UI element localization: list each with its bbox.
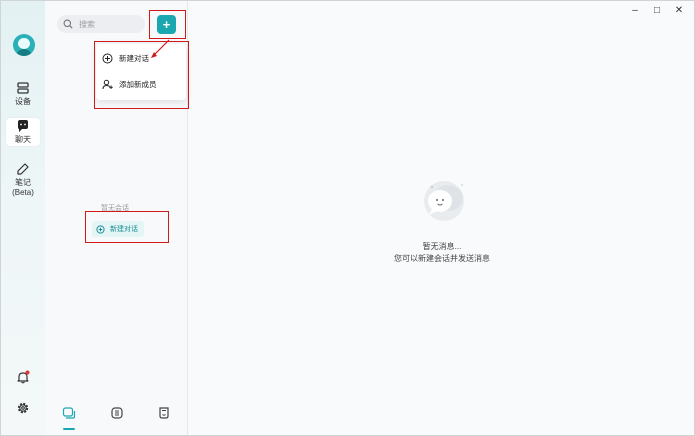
annotation-box-new-conversation xyxy=(85,211,169,243)
list-tab-icon[interactable] xyxy=(110,406,124,420)
nav-item-chat[interactable]: 聊天 xyxy=(6,118,40,146)
nav-label-devices: 设备 xyxy=(15,97,31,106)
empty-chat-illustration xyxy=(424,181,464,221)
avatar[interactable] xyxy=(13,34,35,56)
nav-label-notes: 笔记 (Beta) xyxy=(12,178,34,197)
nav-label-chat: 聊天 xyxy=(15,135,31,144)
nav-item-notes[interactable]: 笔记 (Beta) xyxy=(6,161,40,199)
contacts-tab-icon[interactable] xyxy=(157,406,171,420)
gear-icon[interactable] xyxy=(16,401,30,415)
pen-icon xyxy=(17,163,29,175)
pane-tab-bar xyxy=(45,397,188,435)
empty-messages-subtitle: 您可以新建会话并发送消息 xyxy=(394,254,490,263)
nav-rail: 设备 聊天 笔记 (Beta) xyxy=(1,1,45,435)
minimize-button[interactable]: – xyxy=(628,5,642,17)
device-icon xyxy=(17,82,29,94)
maximize-button[interactable]: □ xyxy=(650,5,664,17)
close-button[interactable]: ✕ xyxy=(672,5,686,17)
search-icon xyxy=(63,19,73,29)
search-placeholder: 搜索 xyxy=(79,19,95,29)
tab-active-indicator xyxy=(63,428,75,430)
nav-item-devices[interactable]: 设备 xyxy=(6,79,40,109)
annotation-box-dropdown xyxy=(94,41,189,109)
empty-messages-title: 暂无消息... xyxy=(422,242,462,251)
chat-tab-icon[interactable] xyxy=(62,406,76,420)
annotation-box-add-button xyxy=(149,10,186,39)
search-input[interactable]: 搜索 xyxy=(57,15,145,33)
app-window: 设备 聊天 笔记 (Beta) 搜索 + 暂无会话 新建对话 – □ ✕ 暂无消… xyxy=(0,0,695,436)
bell-icon[interactable] xyxy=(16,370,30,384)
chat-bubble-icon xyxy=(18,120,28,132)
chat-main-area: – □ ✕ 暂无消息... 您可以新建会话并发送消息 xyxy=(188,1,694,435)
